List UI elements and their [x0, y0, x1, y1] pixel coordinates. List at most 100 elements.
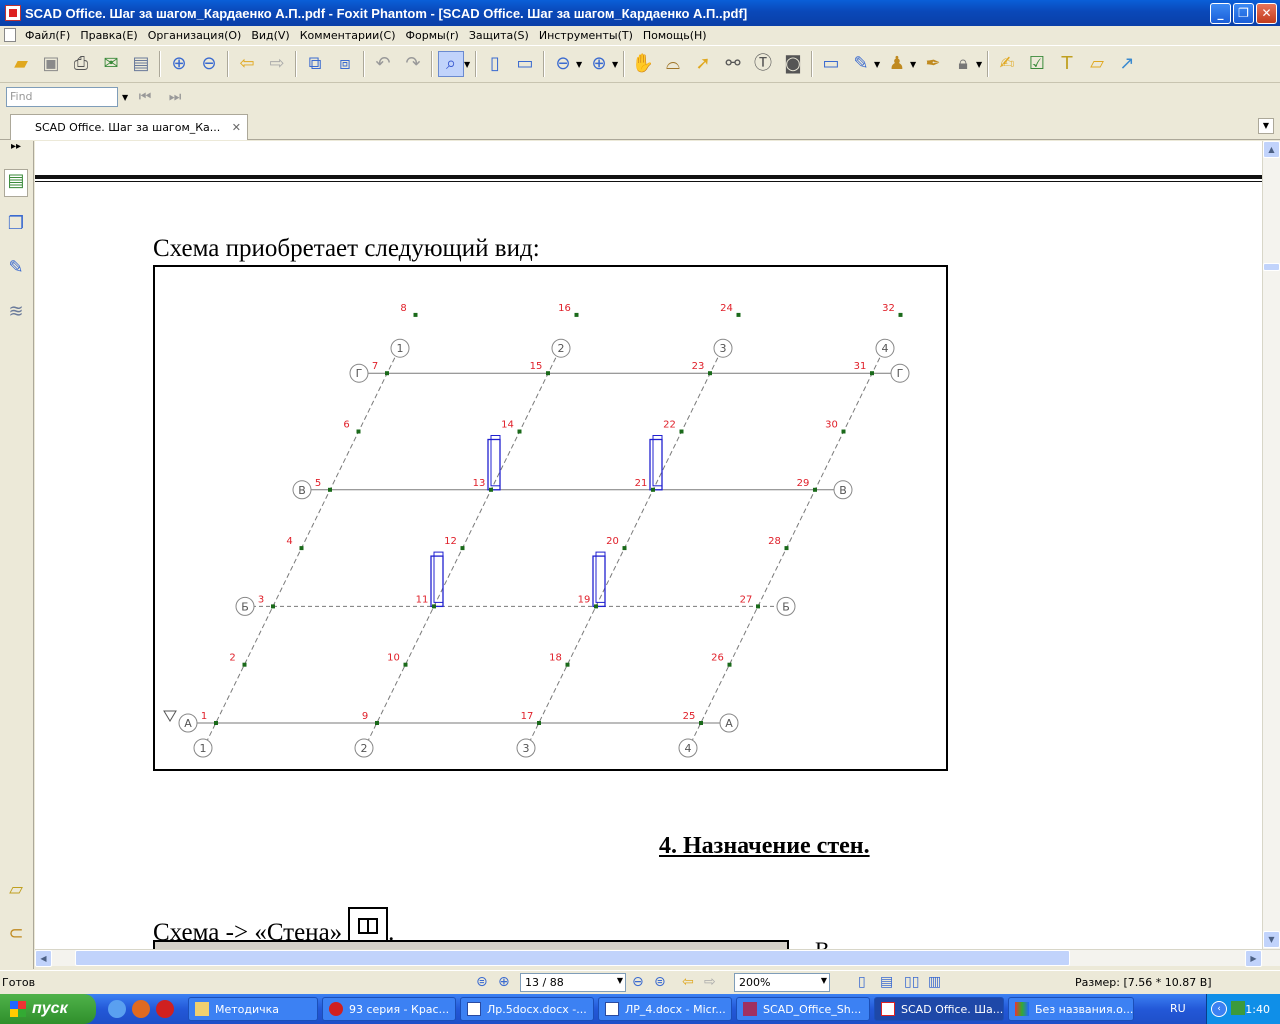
- minimize-button[interactable]: _: [1210, 2, 1231, 24]
- document-menu-icon[interactable]: [4, 28, 16, 42]
- menu-protect[interactable]: Защита(S): [464, 29, 534, 42]
- extract-pages-icon[interactable]: ⧉: [302, 51, 328, 77]
- opera-quicklaunch-icon[interactable]: [156, 1000, 174, 1018]
- find-input[interactable]: Find: [6, 87, 118, 107]
- foxit-app-icon[interactable]: [5, 5, 21, 21]
- page-number-field[interactable]: 13 / 88 ▼: [520, 973, 626, 992]
- select-cursor-icon[interactable]: ➚: [690, 51, 716, 77]
- last-page-icon[interactable]: ⊜: [654, 974, 666, 990]
- firefox-quicklaunch-icon[interactable]: [132, 1000, 150, 1018]
- forward-arrow-icon[interactable]: ⇨: [264, 51, 290, 77]
- email-icon[interactable]: ✉: [98, 51, 124, 77]
- typewriter-icon[interactable]: ✍: [994, 51, 1020, 77]
- scroll-right-icon[interactable]: ▶: [1245, 950, 1262, 967]
- text-select-icon[interactable]: Ⓣ: [750, 51, 776, 77]
- checkmark-note-icon[interactable]: ☑: [1024, 51, 1050, 77]
- form-edit-dropdown[interactable]: ▼: [874, 60, 882, 69]
- note-comment-icon[interactable]: ▱: [1084, 51, 1110, 77]
- task-word-lr5[interactable]: Лр.5docx.docx -...: [460, 997, 594, 1021]
- sign-pen-icon[interactable]: ✒: [920, 51, 946, 77]
- menu-help[interactable]: Помощь(H): [638, 29, 712, 42]
- ie-quicklaunch-icon[interactable]: [108, 1000, 126, 1018]
- nav-back-icon[interactable]: ⇦: [682, 974, 694, 990]
- insert-pages-icon[interactable]: ⧈: [332, 51, 358, 77]
- language-indicator[interactable]: RU: [1170, 1002, 1186, 1015]
- camera-icon[interactable]: ◙: [780, 51, 806, 77]
- vertical-scrollbar[interactable]: ▲ ▼: [1262, 141, 1280, 949]
- undo-icon[interactable]: ↶: [370, 51, 396, 77]
- close-button[interactable]: ✕: [1256, 2, 1277, 24]
- find-dropdown[interactable]: ▼: [122, 93, 130, 102]
- task-opera[interactable]: 93 серия - Крас...: [322, 997, 456, 1021]
- task-metodichka[interactable]: Методичка: [188, 997, 318, 1021]
- menu-organize[interactable]: Организация(O): [143, 29, 247, 42]
- horizontal-scroll-thumb[interactable]: [75, 950, 1070, 966]
- lock-dropdown[interactable]: ▼: [976, 60, 984, 69]
- zoom-tool-dropdown[interactable]: ▼: [464, 60, 472, 69]
- lock-icon[interactable]: 🔒︎: [950, 51, 976, 77]
- facing-pages-icon[interactable]: ▯▯: [904, 974, 919, 990]
- comments-icon[interactable]: ▱: [4, 879, 28, 907]
- binoculars-icon[interactable]: ⚯: [720, 51, 746, 77]
- form-edit-icon[interactable]: ✎: [848, 51, 874, 77]
- rectangle-tool-icon[interactable]: ▭: [818, 51, 844, 77]
- tray-expand-icon[interactable]: ‹: [1211, 1001, 1227, 1017]
- open-folder-icon[interactable]: ▰: [8, 51, 34, 77]
- single-page-icon[interactable]: ▯: [858, 974, 866, 990]
- scroll-left-icon[interactable]: ◀: [35, 950, 52, 967]
- nav-forward-icon[interactable]: ⇨: [704, 974, 716, 990]
- snapshot-glasses-icon[interactable]: ⌓: [660, 51, 686, 77]
- menu-edit[interactable]: Правка(E): [75, 29, 142, 42]
- zoom-in-icon[interactable]: ⊕: [586, 51, 612, 77]
- document-viewport[interactable]: Схема приобретает следующий вид: А А Б Б В В Г…: [35, 141, 1262, 949]
- task-foxit[interactable]: SCAD Office. Ша...: [874, 997, 1004, 1021]
- start-button[interactable]: пуск: [0, 994, 96, 1024]
- redo-icon[interactable]: ↷: [400, 51, 426, 77]
- fit-width-icon[interactable]: ▭: [512, 51, 538, 77]
- stamp-icon[interactable]: ♟: [884, 51, 910, 77]
- scan-icon[interactable]: ▤: [128, 51, 154, 77]
- restore-button[interactable]: ❐: [1233, 2, 1254, 24]
- network-icon[interactable]: [1231, 1001, 1245, 1015]
- scroll-down-icon[interactable]: ▼: [1263, 931, 1280, 948]
- save-icon[interactable]: ▣: [38, 51, 64, 77]
- menu-file[interactable]: Файл(F): [20, 29, 75, 42]
- task-word-lr4[interactable]: ЛР_4.docx - Micr...: [598, 997, 732, 1021]
- back-arrow-icon[interactable]: ⇦: [234, 51, 260, 77]
- first-page-icon[interactable]: ⊜: [476, 974, 488, 990]
- menu-comments[interactable]: Комментарии(C): [295, 29, 401, 42]
- vertical-scroll-thumb[interactable]: [1263, 263, 1280, 271]
- layers-edit-icon[interactable]: ✎: [4, 257, 28, 285]
- close-tab-icon[interactable]: ✕: [232, 121, 241, 134]
- menu-forms[interactable]: Формы(r): [401, 29, 464, 42]
- previous-page-icon[interactable]: ⊕: [498, 974, 510, 990]
- scroll-up-icon[interactable]: ▲: [1263, 141, 1280, 158]
- textbox-icon[interactable]: T: [1054, 51, 1080, 77]
- zoom-tool-icon[interactable]: ⌕: [438, 51, 464, 77]
- task-winrar[interactable]: SCAD_Office_Sh...: [736, 997, 870, 1021]
- menu-view[interactable]: Вид(V): [246, 29, 294, 42]
- arrow-tool-icon[interactable]: ↗: [1114, 51, 1140, 77]
- task-paint[interactable]: Без названия.о...: [1008, 997, 1134, 1021]
- tab-list-dropdown[interactable]: ▼: [1258, 118, 1274, 134]
- print-icon[interactable]: ⎙: [68, 51, 94, 77]
- hand-tool-icon[interactable]: ✋: [630, 51, 656, 77]
- continuous-page-icon[interactable]: ▤: [880, 974, 893, 990]
- page-up-icon[interactable]: ⊕: [166, 51, 192, 77]
- attachments-stack-icon[interactable]: ≋: [4, 301, 28, 329]
- continuous-facing-icon[interactable]: ▥: [928, 974, 941, 990]
- expand-panel-icon[interactable]: ▸▸: [4, 141, 28, 169]
- zoom-out-dropdown[interactable]: ▼: [576, 60, 584, 69]
- next-page-icon[interactable]: ⊖: [632, 974, 644, 990]
- menu-tools[interactable]: Инструменты(T): [534, 29, 638, 42]
- find-previous-icon[interactable]: ⏮: [132, 84, 158, 110]
- zoom-out-icon[interactable]: ⊖: [550, 51, 576, 77]
- page-down-icon[interactable]: ⊖: [196, 51, 222, 77]
- document-tab[interactable]: SCAD Office. Шаг за шагом_Ка... ✕: [10, 114, 248, 140]
- fit-page-icon[interactable]: ▯: [482, 51, 508, 77]
- zoom-field[interactable]: 200% ▼: [734, 973, 830, 992]
- stamp-dropdown[interactable]: ▼: [910, 60, 918, 69]
- bookmarks-icon[interactable]: ▤: [4, 169, 28, 197]
- find-next-icon[interactable]: ⏭: [162, 84, 188, 110]
- horizontal-scrollbar[interactable]: ◀ ▶: [35, 949, 1280, 967]
